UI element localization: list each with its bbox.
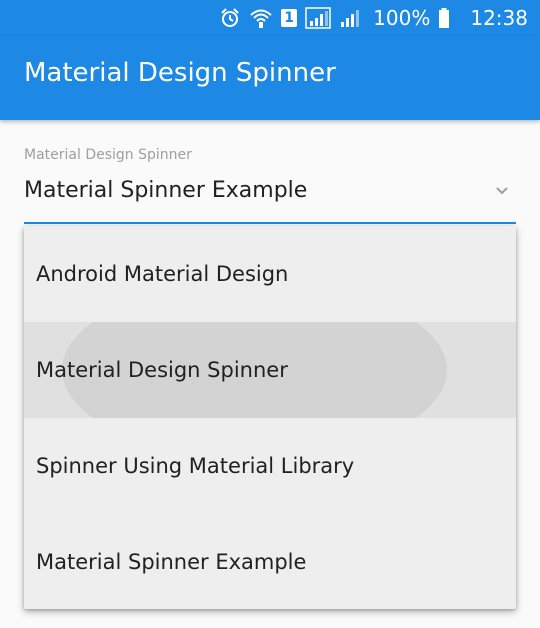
spinner-dropdown: Android Material Design Material Design …: [24, 226, 516, 609]
wifi-icon: [249, 7, 273, 29]
dropdown-item-spinner-using-material-library[interactable]: Spinner Using Material Library: [24, 418, 516, 514]
alarm-icon: [219, 7, 241, 29]
spinner-floating-label: Material Design Spinner: [24, 147, 192, 163]
dropdown-item-label: Spinner Using Material Library: [36, 454, 355, 478]
status-icons: 1 100% 12:38: [219, 0, 528, 36]
battery-icon: [438, 7, 450, 29]
dropdown-item-android-material-design[interactable]: Android Material Design: [24, 226, 516, 322]
spinner-selected-value: Material Spinner Example: [24, 178, 308, 203]
clock: 12:38: [470, 6, 528, 30]
app-bar: Material Design Spinner: [0, 36, 540, 120]
dropdown-item-material-spinner-example[interactable]: Material Spinner Example: [24, 514, 516, 609]
dropdown-item-material-design-spinner[interactable]: Material Design Spinner: [24, 322, 516, 418]
dropdown-item-label: Android Material Design: [36, 262, 289, 286]
battery-percent: 100%: [373, 6, 431, 30]
dropdown-item-label: Material Spinner Example: [36, 550, 307, 574]
sim-icon: 1: [281, 9, 298, 27]
signal-icon: [305, 7, 331, 29]
signal-icon: [339, 7, 361, 29]
dropdown-item-label: Material Design Spinner: [36, 358, 288, 382]
page-title: Material Design Spinner: [24, 58, 336, 88]
status-bar: 1 100% 12:38: [0, 0, 540, 36]
chevron-down-icon[interactable]: [494, 182, 510, 198]
material-spinner[interactable]: Material Spinner Example: [24, 172, 516, 224]
